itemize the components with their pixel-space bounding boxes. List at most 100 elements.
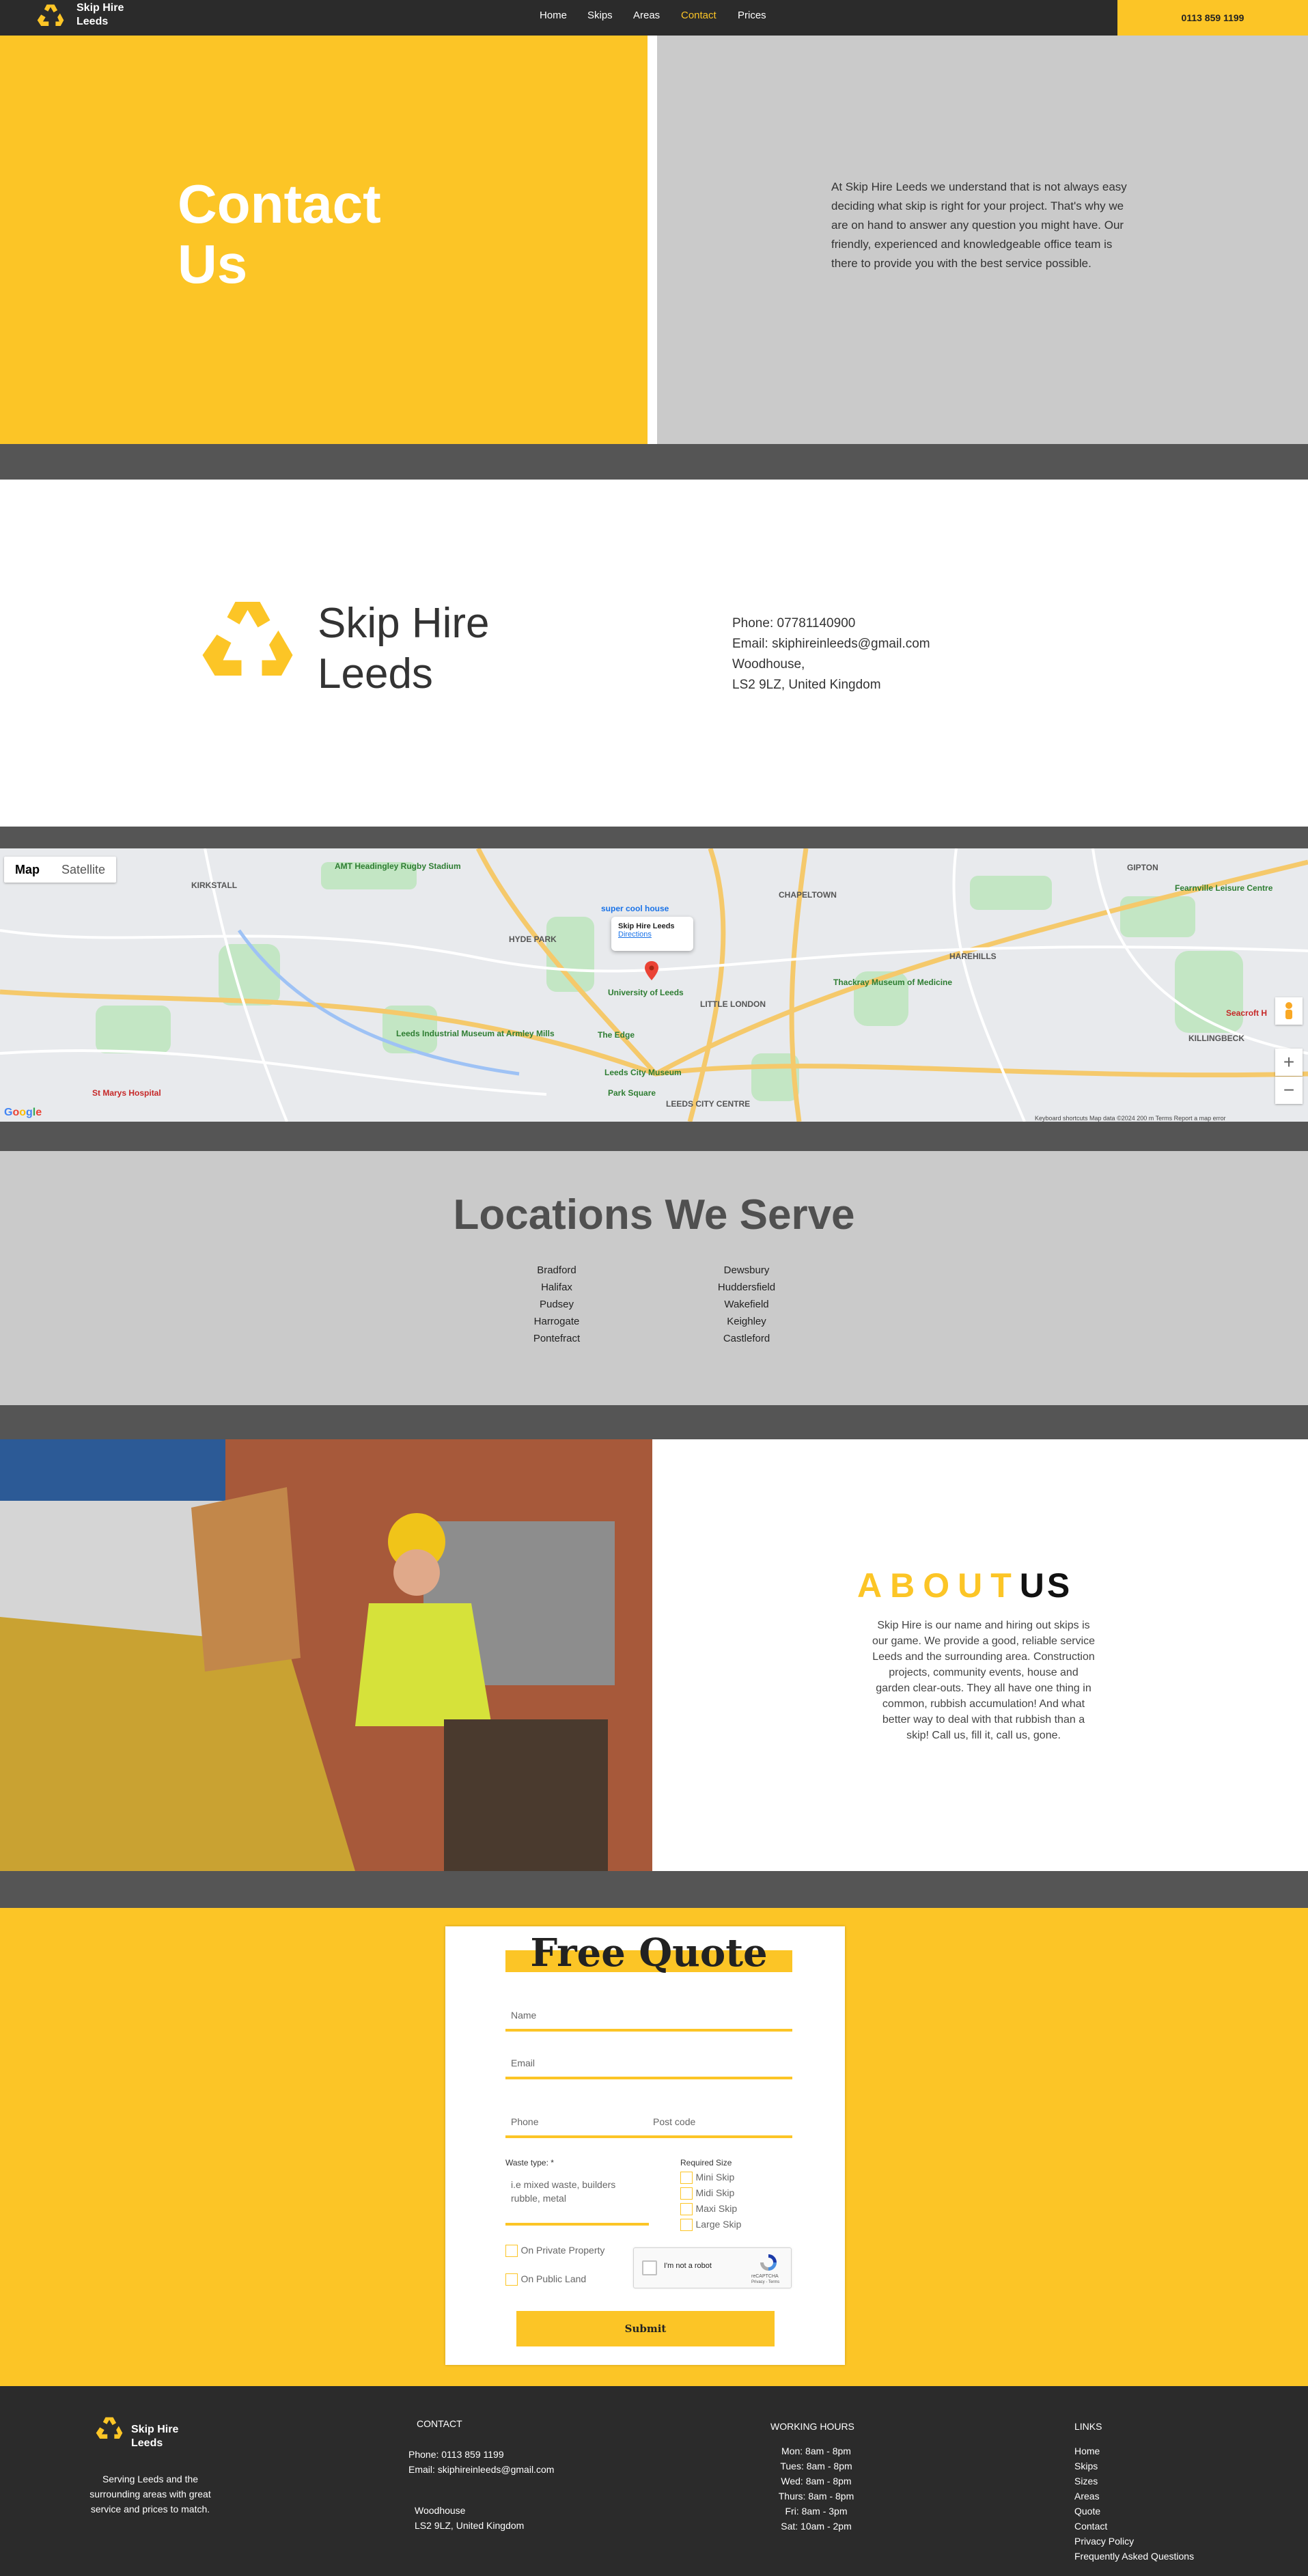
footer-recycle-icon — [96, 2417, 123, 2439]
quote-form-card — [445, 1926, 845, 2365]
public-land-checkbox[interactable] — [505, 2273, 518, 2286]
company-email[interactable]: Email: skiphireinleeds@gmail.com — [732, 634, 930, 654]
map-type-map-button[interactable]: Map — [4, 857, 51, 883]
footer-contact: Phone: 0113 859 1199 Email: skiphireinle… — [408, 2447, 554, 2477]
map-label: St Marys Hospital — [92, 1088, 161, 1098]
location-item: Pontefract — [533, 1333, 581, 1344]
company-name: Skip Hire Leeds — [318, 598, 490, 700]
quote-title: Free Quote — [530, 1930, 768, 1976]
location-item: Huddersfield — [717, 1282, 776, 1293]
worker-photo — [0, 1439, 652, 1871]
nav-skips[interactable]: Skips — [587, 10, 613, 21]
size-option-label: Maxi Skip — [695, 2203, 738, 2214]
size-option[interactable]: Midi Skip — [680, 2185, 741, 2201]
divider-band — [0, 1122, 1308, 1151]
size-option-label: Mini Skip — [695, 2172, 735, 2183]
footer-phone[interactable]: Phone: 0113 859 1199 — [408, 2447, 554, 2462]
divider-band — [0, 1871, 1308, 1908]
size-option[interactable]: Mini Skip — [680, 2170, 741, 2185]
private-property-option[interactable]: On Private Property — [505, 2245, 604, 2257]
private-property-label: On Private Property — [520, 2245, 605, 2256]
public-land-option[interactable]: On Public Land — [505, 2273, 586, 2286]
hours-row: Tues: 8am - 8pm — [780, 2461, 852, 2471]
map-label: CHAPELTOWN — [779, 890, 837, 900]
header-phone-button[interactable]: 0113 859 1199 — [1117, 0, 1308, 36]
map-type-control: Map Satellite — [4, 857, 117, 883]
name-placeholder: Name — [511, 2010, 537, 2021]
size-checkbox[interactable] — [680, 2202, 693, 2215]
location-item: Halifax — [541, 1282, 572, 1293]
nav-contact[interactable]: Contact — [681, 10, 716, 21]
map-type-satellite-button[interactable]: Satellite — [51, 857, 116, 883]
footer-link-privacy[interactable]: Privacy Policy — [1074, 2534, 1194, 2549]
divider-band — [0, 444, 1308, 480]
location-item: Harrogate — [533, 1316, 580, 1327]
map-label: Seacroft H — [1226, 1008, 1267, 1018]
footer-link-contact[interactable]: Contact — [1074, 2519, 1194, 2534]
hours-row: Mon: 8am - 8pm — [781, 2446, 851, 2456]
location-item: Bradford — [537, 1264, 576, 1276]
popup-directions-link[interactable]: Directions — [618, 930, 686, 939]
street-view-pegman-icon[interactable] — [1275, 997, 1303, 1025]
submit-button[interactable]: Submit — [516, 2311, 775, 2346]
company-name-line-1: Skip Hire — [318, 600, 490, 647]
hours-row: Fri: 8am - 3pm — [785, 2506, 848, 2517]
size-checkbox[interactable] — [680, 2218, 693, 2231]
recaptcha-checkbox[interactable] — [642, 2260, 657, 2275]
company-phone[interactable]: Phone: 07781140900 — [732, 613, 930, 634]
postcode-input[interactable]: Post code — [649, 2111, 792, 2138]
footer-link-quote[interactable]: Quote — [1074, 2504, 1194, 2519]
google-map[interactable]: AMT Headingley Rugby Stadium KIRKSTALL H… — [0, 848, 1308, 1122]
hours-row: Sat: 10am - 2pm — [781, 2521, 852, 2532]
footer-logo-text[interactable]: Skip Hire Leeds — [131, 2423, 178, 2450]
size-option-label: Midi Skip — [695, 2187, 735, 2198]
locations-title: Locations We Serve — [453, 1191, 855, 1238]
zoom-out-button[interactable]: − — [1275, 1077, 1303, 1104]
location-item: Dewsbury — [723, 1264, 770, 1276]
size-option[interactable]: Large Skip — [680, 2217, 741, 2232]
popup-title: Skip Hire Leeds — [618, 922, 675, 930]
company-address-line-2: LS2 9LZ, United Kingdom — [732, 678, 881, 692]
map-marker-icon[interactable] — [645, 961, 658, 980]
size-checkbox[interactable] — [680, 2171, 693, 2184]
recaptcha-label: I'm not a robot — [664, 2262, 712, 2270]
size-checkbox[interactable] — [680, 2187, 693, 2200]
divider-band — [0, 827, 1308, 848]
map-label: Thackray Museum of Medicine — [833, 978, 952, 987]
email-input[interactable]: Email — [505, 2052, 792, 2079]
size-option-label: Large Skip — [695, 2219, 742, 2230]
footer-links: Home Skips Sizes Areas Quote Contact Pri… — [1074, 2443, 1194, 2564]
map-label: HYDE PARK — [509, 934, 557, 944]
map-info-popup: Skip Hire Leeds Directions — [611, 917, 693, 951]
location-item: Castleford — [723, 1333, 770, 1344]
footer-link-faq[interactable]: Frequently Asked Questions — [1074, 2549, 1194, 2564]
map-tiles[interactable]: AMT Headingley Rugby Stadium KIRKSTALL H… — [0, 848, 1308, 1122]
private-property-checkbox[interactable] — [505, 2245, 518, 2257]
recaptcha-logo-icon — [760, 2254, 777, 2271]
map-label: KIRKSTALL — [191, 881, 237, 890]
waste-type-textarea[interactable]: i.e mixed waste, builders rubble, metal — [505, 2172, 649, 2226]
nav-areas[interactable]: Areas — [633, 10, 660, 21]
recycle-icon[interactable] — [33, 2, 68, 33]
name-input[interactable]: Name — [505, 2004, 792, 2032]
size-option[interactable]: Maxi Skip — [680, 2201, 741, 2217]
page-title: Contact Us — [178, 174, 451, 294]
map-label: super cool house — [601, 904, 669, 913]
postcode-placeholder: Post code — [653, 2116, 696, 2127]
footer-link-home[interactable]: Home — [1074, 2443, 1194, 2459]
footer-link-areas[interactable]: Areas — [1074, 2489, 1194, 2504]
email-placeholder: Email — [511, 2058, 535, 2068]
recaptcha-links[interactable]: Privacy - Terms — [751, 2280, 779, 2284]
phone-input[interactable]: Phone — [505, 2111, 649, 2138]
footer-email[interactable]: Email: skiphireinleeds@gmail.com — [408, 2462, 554, 2477]
header-logo-text[interactable]: Skip Hire Leeds — [76, 1, 145, 29]
footer-link-skips[interactable]: Skips — [1074, 2459, 1194, 2474]
nav-prices[interactable]: Prices — [738, 10, 766, 21]
zoom-in-button[interactable]: + — [1275, 1049, 1303, 1076]
map-attribution[interactable]: Keyboard shortcuts Map data ©2024 200 m … — [1035, 1115, 1226, 1122]
footer-link-sizes[interactable]: Sizes — [1074, 2474, 1194, 2489]
footer-blurb: Serving Leeds and the surrounding areas … — [89, 2474, 211, 2515]
hours-row: Thurs: 8am - 8pm — [778, 2491, 854, 2502]
map-label: Leeds City Museum — [604, 1068, 682, 1077]
nav-home[interactable]: Home — [540, 10, 567, 21]
